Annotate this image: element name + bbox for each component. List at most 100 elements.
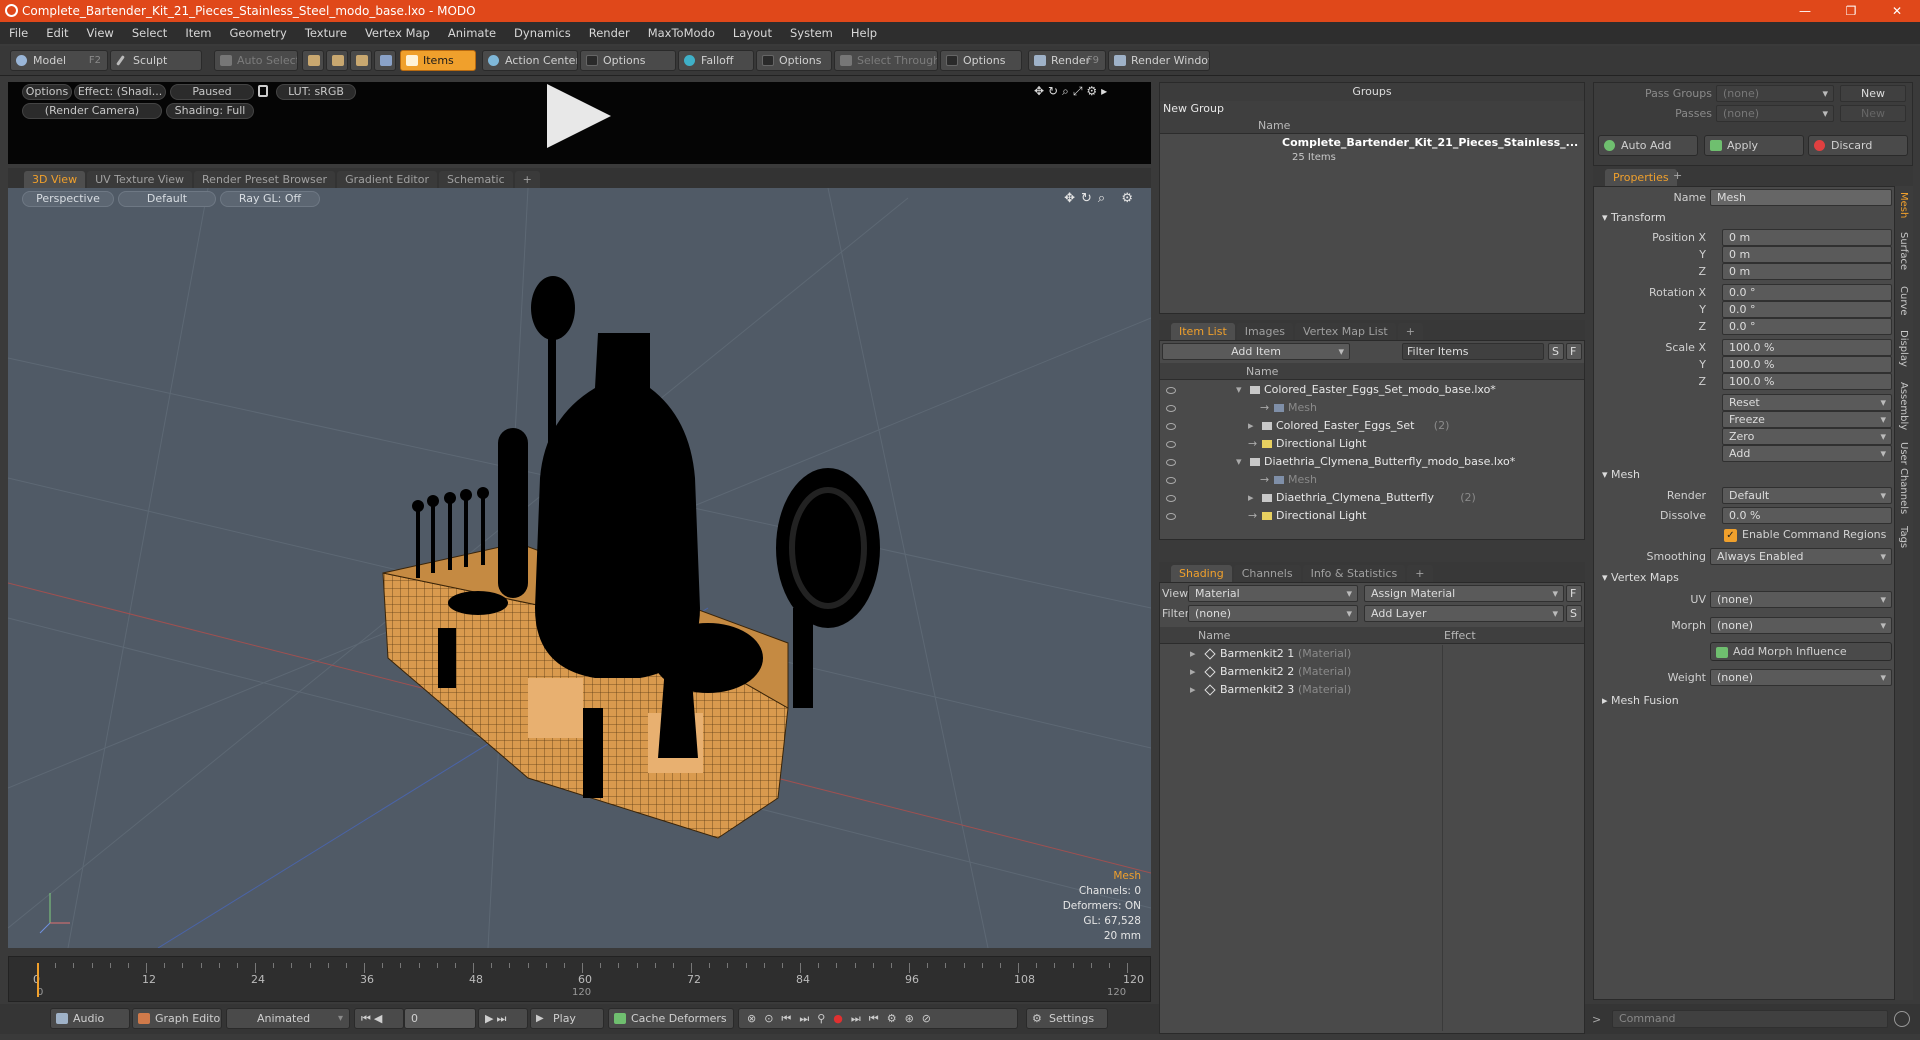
- branch-icon[interactable]: ▸: [1248, 489, 1254, 507]
- lock-icon[interactable]: [258, 85, 268, 97]
- rotation-z-input[interactable]: 0.0 °: [1722, 318, 1892, 335]
- side-tab-surface[interactable]: Surface: [1895, 232, 1909, 270]
- transform-section[interactable]: ▾ Transform: [1602, 211, 1666, 224]
- tab-add-itemlist[interactable]: +: [1397, 323, 1423, 340]
- timeline[interactable]: 012243648607284961081200120120: [8, 956, 1151, 1002]
- falloff-button[interactable]: Falloff: [678, 50, 754, 71]
- tab-3d-view[interactable]: 3D View: [24, 171, 86, 188]
- preview-options-button[interactable]: Options: [22, 84, 72, 100]
- side-tab-tags[interactable]: Tags: [1895, 526, 1909, 548]
- morph-dropdown[interactable]: (none): [1710, 617, 1892, 634]
- itemlist-f-button[interactable]: F: [1566, 343, 1582, 360]
- play-icon[interactable]: [547, 84, 611, 148]
- timeline-ruler[interactable]: 012243648607284961081200120120: [33, 963, 1144, 998]
- new-pass-group-button[interactable]: New: [1840, 85, 1906, 102]
- mesh-fusion-section[interactable]: ▸ Mesh Fusion: [1602, 694, 1679, 707]
- bartender-kit-mesh[interactable]: [382, 276, 880, 839]
- materials-mode-button[interactable]: [374, 50, 396, 71]
- assign-material-dropdown[interactable]: Assign Material: [1364, 585, 1564, 602]
- auto-select-button[interactable]: Auto Select: [214, 50, 298, 71]
- menu-layout[interactable]: Layout: [724, 26, 781, 40]
- play-button[interactable]: ▶ Play: [530, 1008, 604, 1029]
- filter-items-input[interactable]: Filter Items: [1402, 343, 1544, 360]
- tab-schematic[interactable]: Schematic: [439, 171, 513, 188]
- name-input[interactable]: Mesh: [1710, 189, 1892, 206]
- vertices-mode-button[interactable]: [302, 50, 324, 71]
- raygl-dropdown[interactable]: Ray GL: Off: [220, 191, 320, 207]
- rotation-y-input[interactable]: 0.0 °: [1722, 301, 1892, 318]
- scale-x-input[interactable]: 100.0 %: [1722, 339, 1892, 356]
- expand-chevron-icon[interactable]: ▸: [1190, 663, 1196, 681]
- item-list-row[interactable]: → Directional Light: [1160, 507, 1584, 525]
- shading-row[interactable]: ▸ Barmenkit2 2 (Material): [1160, 663, 1584, 681]
- side-tab-user-channels[interactable]: User Channels: [1895, 442, 1909, 514]
- itemlist-s-button[interactable]: S: [1548, 343, 1564, 360]
- rotation-x-input[interactable]: 0.0 °: [1722, 284, 1892, 301]
- passes-dropdown[interactable]: (none): [1716, 105, 1834, 122]
- preview-paused-button[interactable]: Paused: [170, 84, 254, 100]
- command-input[interactable]: Command: [1612, 1010, 1888, 1028]
- menu-geometry[interactable]: Geometry: [221, 26, 296, 40]
- item-list-row[interactable]: → Directional Light: [1160, 435, 1584, 453]
- menu-vertex-map[interactable]: Vertex Map: [356, 26, 439, 40]
- add-layer-dropdown[interactable]: Add Layer: [1364, 605, 1564, 622]
- dissolve-input[interactable]: 0.0 %: [1722, 507, 1892, 524]
- visibility-eye-icon[interactable]: [1166, 441, 1176, 448]
- tab-add-shading[interactable]: +: [1407, 565, 1433, 582]
- scale-z-input[interactable]: 100.0 %: [1722, 373, 1892, 390]
- tab-vertex-map-list[interactable]: Vertex Map List: [1294, 323, 1396, 340]
- shading-view-dropdown[interactable]: Material: [1188, 585, 1358, 602]
- zero-dropdown[interactable]: Zero: [1722, 428, 1892, 445]
- tab-add-properties[interactable]: +: [1673, 169, 1682, 182]
- tab-uv-texture-view[interactable]: UV Texture View: [87, 171, 193, 188]
- tab-info-statistics[interactable]: Info & Statistics: [1302, 565, 1406, 582]
- frame-input[interactable]: 0: [404, 1008, 476, 1029]
- preview-effect-dropdown[interactable]: Effect: (Shadi...: [74, 84, 166, 100]
- vertex-maps-section[interactable]: ▾ Vertex Maps: [1602, 571, 1679, 584]
- expand-chevron-icon[interactable]: ▾: [1236, 453, 1242, 471]
- visibility-eye-icon[interactable]: [1166, 495, 1176, 502]
- new-group-button[interactable]: New Group: [1160, 101, 1584, 117]
- discard-button[interactable]: Discard: [1808, 135, 1908, 156]
- add-dropdown[interactable]: Add: [1722, 445, 1892, 462]
- visibility-eye-icon[interactable]: [1166, 459, 1176, 466]
- group-item-name[interactable]: Complete_Bartender_Kit_21_Pieces_Stainle…: [1160, 134, 1584, 152]
- command-history-icon[interactable]: [1894, 1011, 1910, 1027]
- transport-back-buttons[interactable]: ⏮◀: [354, 1008, 404, 1029]
- shading-row[interactable]: ▸ Barmenkit2 1 (Material): [1160, 645, 1584, 663]
- preview-shading-dropdown[interactable]: Shading: Full: [166, 103, 254, 119]
- menu-edit[interactable]: Edit: [37, 26, 77, 40]
- side-tab-mesh[interactable]: Mesh: [1895, 192, 1909, 218]
- shading-default-dropdown[interactable]: Default: [118, 191, 216, 207]
- playhead[interactable]: [37, 963, 39, 997]
- render-button[interactable]: Render F9: [1028, 50, 1106, 71]
- falloff-options-button[interactable]: Options: [756, 50, 832, 71]
- item-list-row[interactable]: → Mesh: [1160, 471, 1584, 489]
- side-tab-assembly[interactable]: Assembly: [1895, 382, 1909, 430]
- tab-channels[interactable]: Channels: [1233, 565, 1301, 582]
- menu-maxtomodo[interactable]: MaxToModo: [639, 26, 724, 40]
- uv-dropdown[interactable]: (none): [1710, 591, 1892, 608]
- visibility-eye-icon[interactable]: [1166, 423, 1176, 430]
- cache-deformers-button[interactable]: Cache Deformers: [608, 1008, 734, 1029]
- item-list-row[interactable]: ▸ Colored_Easter_Eggs_Set (2): [1160, 417, 1584, 435]
- tab-shading[interactable]: Shading: [1171, 565, 1232, 582]
- tab-item-list[interactable]: Item List: [1171, 323, 1235, 340]
- visibility-eye-icon[interactable]: [1166, 477, 1176, 484]
- reset-dropdown[interactable]: Reset: [1722, 394, 1892, 411]
- 3d-viewport[interactable]: Perspective Default Ray GL: Off ✥↻⌕ ⚙ Me…: [8, 188, 1151, 948]
- visibility-eye-icon[interactable]: [1166, 513, 1176, 520]
- pass-groups-dropdown[interactable]: (none): [1716, 85, 1834, 102]
- position-y-input[interactable]: 0 m: [1722, 246, 1892, 263]
- tab-images[interactable]: Images: [1236, 323, 1293, 340]
- menu-file[interactable]: File: [0, 26, 37, 40]
- settings-button[interactable]: ⚙ Settings: [1026, 1008, 1108, 1029]
- item-list-row[interactable]: ▾ Colored_Easter_Eggs_Set_modo_base.lxo*: [1160, 381, 1584, 399]
- item-list-row[interactable]: ▸ Diaethria_Clymena_Butterfly (2): [1160, 489, 1584, 507]
- mesh-section[interactable]: ▾ Mesh: [1602, 468, 1640, 481]
- shading-filter-dropdown[interactable]: (none): [1188, 605, 1358, 622]
- new-pass-button[interactable]: New: [1840, 105, 1906, 122]
- transport-forward-buttons[interactable]: ▶⏭: [478, 1008, 528, 1029]
- sculpt-button[interactable]: Sculpt: [110, 50, 202, 71]
- expand-chevron-icon[interactable]: ▸: [1190, 681, 1196, 699]
